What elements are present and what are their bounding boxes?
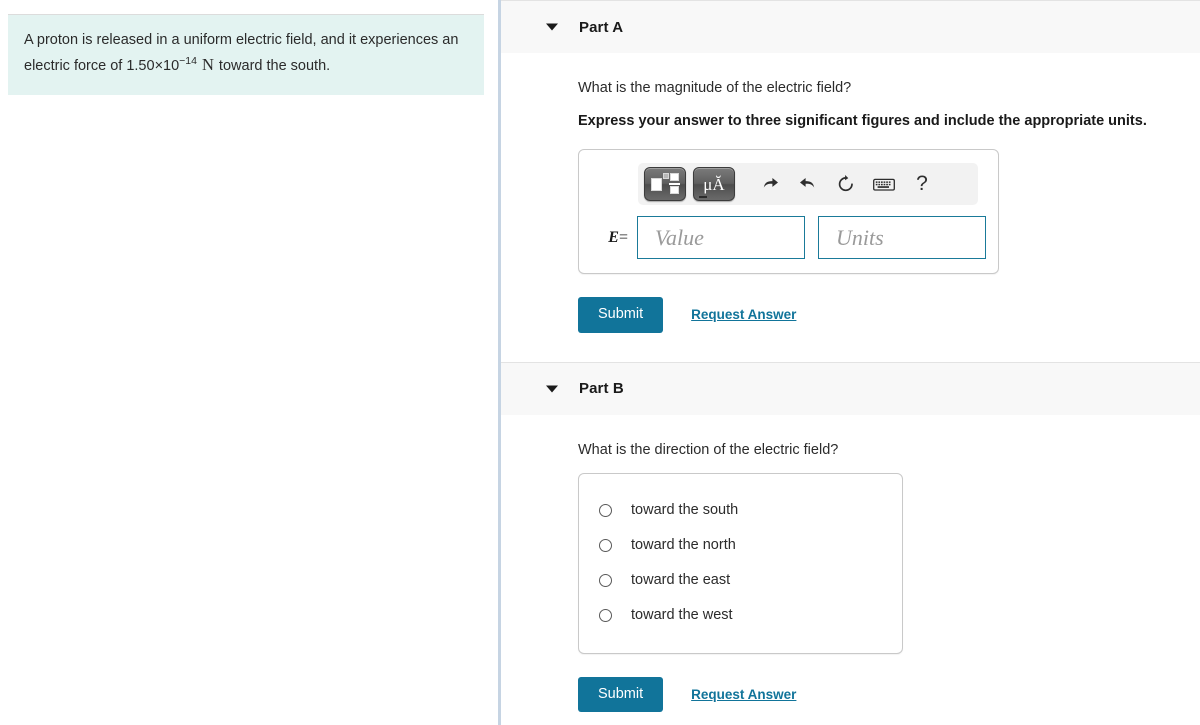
choice-row[interactable]: toward the east bbox=[579, 563, 902, 598]
page-root: A proton is released in a uniform electr… bbox=[0, 0, 1200, 725]
equals-sign: = bbox=[618, 228, 628, 246]
part-a-body: What is the magnitude of the electric fi… bbox=[501, 53, 1200, 362]
undo-button[interactable] bbox=[751, 167, 789, 201]
part-b-choice-box: toward the south toward the north toward… bbox=[578, 472, 903, 654]
choice-row[interactable]: toward the north bbox=[579, 528, 902, 563]
value-input[interactable]: Value bbox=[637, 216, 805, 260]
radio-icon[interactable] bbox=[599, 573, 612, 587]
units-button[interactable]: μĂ bbox=[693, 167, 735, 202]
units-underline-mark bbox=[699, 196, 707, 199]
keyboard-icon bbox=[873, 178, 895, 191]
problem-statement: A proton is released in a uniform electr… bbox=[8, 14, 484, 96]
problem-force-value: 1.50×10 bbox=[126, 58, 180, 75]
part-a-instruction: Express your answer to three significant… bbox=[578, 113, 1147, 130]
problem-force-unit: N bbox=[201, 55, 214, 75]
variable-symbol: E bbox=[608, 228, 619, 246]
part-b-submit-button[interactable]: Submit bbox=[578, 676, 664, 713]
part-b-header[interactable]: Part B bbox=[501, 361, 1200, 415]
part-b-title: Part B bbox=[579, 380, 624, 398]
choice-row[interactable]: toward the south bbox=[579, 493, 902, 528]
part-b-body: What is the direction of the electric fi… bbox=[501, 415, 1200, 713]
answer-input-row: E= Value Units bbox=[591, 216, 986, 260]
radio-icon[interactable] bbox=[599, 538, 612, 552]
part-a-spacer bbox=[578, 333, 1200, 362]
math-template-icon bbox=[651, 173, 680, 195]
choice-label: toward the west bbox=[631, 607, 733, 624]
units-icon: μĂ bbox=[703, 174, 725, 194]
part-a-answer-box: μĂ ? E= Value Units bbox=[578, 149, 999, 275]
help-icon: ? bbox=[916, 172, 928, 196]
answer-panel: Part A What is the magnitude of the elec… bbox=[501, 0, 1200, 725]
units-input[interactable]: Units bbox=[818, 216, 986, 260]
value-placeholder: Value bbox=[655, 224, 704, 250]
part-a-question: What is the magnitude of the electric fi… bbox=[578, 80, 852, 96]
help-button[interactable]: ? bbox=[903, 167, 941, 201]
part-b-actions: Submit Request Answer bbox=[578, 676, 1200, 713]
choice-label: toward the south bbox=[631, 502, 739, 519]
problem-text-after: toward the south. bbox=[214, 58, 331, 75]
choice-label: toward the east bbox=[631, 572, 731, 589]
undo-icon bbox=[763, 178, 778, 188]
part-a-submit-button[interactable]: Submit bbox=[578, 297, 664, 333]
redo-icon bbox=[800, 178, 815, 188]
part-a-section: Part A What is the magnitude of the elec… bbox=[501, 0, 1200, 362]
keyboard-button[interactable] bbox=[865, 167, 903, 201]
reset-button[interactable] bbox=[827, 167, 865, 201]
radio-icon[interactable] bbox=[599, 503, 612, 517]
units-placeholder: Units bbox=[836, 224, 884, 250]
math-template-button[interactable] bbox=[644, 167, 686, 202]
part-a-title: Part A bbox=[579, 18, 624, 36]
part-b-request-answer-link[interactable]: Request Answer bbox=[691, 687, 796, 702]
chevron-down-icon[interactable] bbox=[546, 385, 558, 393]
problem-panel: A proton is released in a uniform electr… bbox=[0, 0, 498, 725]
redo-button[interactable] bbox=[789, 167, 827, 201]
part-b-section: Part B What is the direction of the elec… bbox=[501, 361, 1200, 713]
math-toolbar: μĂ ? bbox=[638, 163, 978, 206]
reset-icon bbox=[838, 175, 853, 192]
part-a-request-answer-link[interactable]: Request Answer bbox=[691, 307, 796, 322]
part-a-actions: Submit Request Answer bbox=[578, 297, 1200, 333]
variable-label: E= bbox=[591, 229, 637, 247]
choice-label: toward the north bbox=[631, 537, 736, 554]
part-a-header[interactable]: Part A bbox=[501, 0, 1200, 53]
part-b-question: What is the direction of the electric fi… bbox=[578, 441, 839, 458]
radio-icon[interactable] bbox=[599, 608, 612, 622]
problem-force-exponent: −14 bbox=[179, 55, 197, 68]
chevron-down-icon[interactable] bbox=[546, 23, 558, 31]
choice-row[interactable]: toward the west bbox=[579, 598, 902, 633]
